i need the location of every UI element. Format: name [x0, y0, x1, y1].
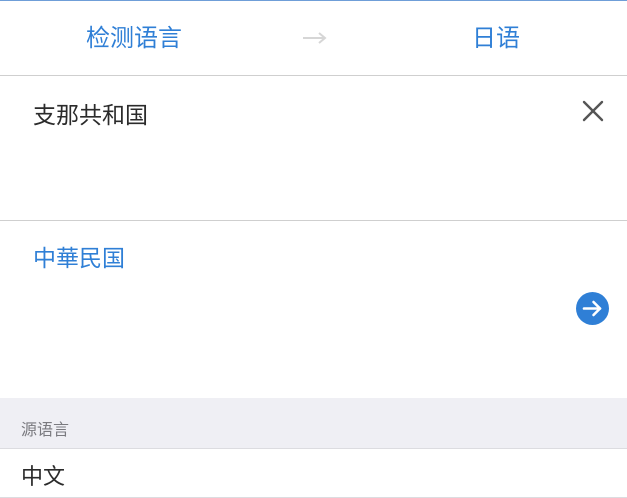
- result-text[interactable]: 中華民国: [33, 239, 125, 273]
- source-language-header: 源语言: [21, 420, 70, 439]
- translation-result: 中華民国: [0, 221, 627, 398]
- right-arrow-icon: [303, 32, 327, 44]
- target-language-button[interactable]: 日语: [472, 1, 520, 76]
- source-language-section: 源语言 中文: [0, 398, 627, 498]
- language-selector-bar: 检测语言 日语: [0, 0, 627, 76]
- source-language-row[interactable]: 中文: [0, 448, 627, 498]
- source-language-value: 中文: [21, 465, 66, 490]
- source-language-button[interactable]: 检测语言: [86, 1, 182, 76]
- input-text[interactable]: 支那共和国: [33, 96, 148, 130]
- source-text-input[interactable]: 支那共和国: [0, 76, 627, 221]
- close-icon[interactable]: [580, 98, 606, 124]
- arrow-circle-right-icon[interactable]: [575, 291, 610, 326]
